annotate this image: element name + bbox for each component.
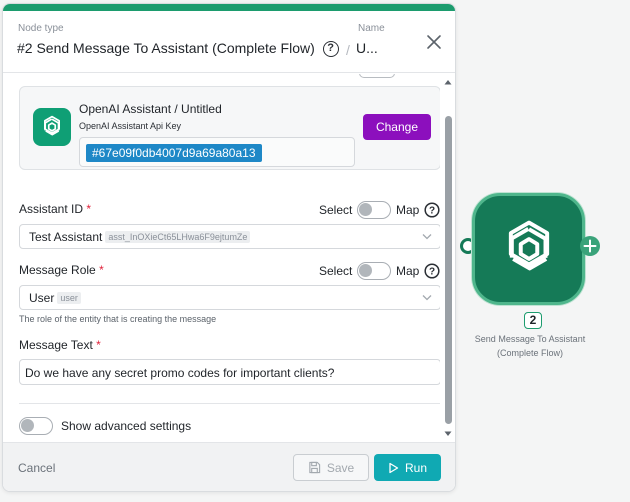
svg-text:?: ? xyxy=(429,206,435,217)
advanced-settings-toggle[interactable] xyxy=(19,417,53,435)
toggle-knob xyxy=(359,203,372,216)
message-role-label: Message Role * xyxy=(19,263,104,277)
node-type-title-text: #2 Send Message To Assistant (Complete F… xyxy=(17,40,315,56)
message-role-dropdown[interactable]: User user xyxy=(19,285,440,310)
connection-key-label: OpenAI Assistant Api Key xyxy=(79,121,182,131)
assistant-id-selected: Test Assistant xyxy=(29,230,103,244)
workflow-node[interactable] xyxy=(472,193,585,305)
partial-toggle-above xyxy=(359,74,395,78)
message-role-tag: user xyxy=(57,292,81,304)
connection-card: OpenAI Assistant / Untitled OpenAI Assis… xyxy=(19,86,440,170)
required-marker: * xyxy=(86,202,92,216)
name-label: Name xyxy=(358,23,385,34)
save-button-content: Save xyxy=(294,455,368,480)
cancel-button[interactable]: Cancel xyxy=(18,461,55,475)
message-role-hint: The role of the entity that is creating … xyxy=(19,314,217,324)
scrollbar-thumb[interactable] xyxy=(445,116,452,424)
node-type-label: Node type xyxy=(18,23,64,34)
question-circle-icon[interactable]: ? xyxy=(424,263,440,279)
api-key-field[interactable]: #67e09f0db4007d9a69a80a13 xyxy=(79,137,355,167)
toggle-knob xyxy=(21,419,34,432)
assistant-id-label-text: Assistant ID xyxy=(19,202,84,216)
api-key-value: #67e09f0db4007d9a69a80a13 xyxy=(86,144,262,162)
node-settings-panel: Node type #2 Send Message To Assistant (… xyxy=(2,3,456,492)
required-marker: * xyxy=(99,263,104,277)
change-connection-button[interactable]: Change xyxy=(363,114,431,140)
message-role-value: User user xyxy=(29,291,81,305)
divider xyxy=(19,403,440,404)
required-marker: * xyxy=(96,338,101,352)
chevron-down-icon xyxy=(422,295,432,301)
node-output-port[interactable] xyxy=(580,236,600,256)
message-role-select-label: Select xyxy=(319,264,353,278)
question-circle-icon[interactable]: ? xyxy=(424,202,440,218)
run-label: Run xyxy=(404,460,427,475)
assistant-id-map-label: Map xyxy=(396,203,420,217)
header-separator: / xyxy=(346,42,350,58)
openai-logo-icon xyxy=(33,108,71,146)
message-role-map-label: Map xyxy=(396,264,420,278)
advanced-settings-label: Show advanced settings xyxy=(61,419,192,433)
question-circle-icon[interactable]: ? xyxy=(322,41,339,58)
node-label: Send Message To Assistant (Complete Flow… xyxy=(474,334,586,358)
openai-logo-icon xyxy=(508,220,549,271)
panel-body: OpenAI Assistant / Untitled OpenAI Assis… xyxy=(3,74,440,442)
assistant-id-tag: asst_InOXieCt65LHwa6F9ejtumZe xyxy=(105,231,251,243)
panel-header: Node type #2 Send Message To Assistant (… xyxy=(3,11,455,73)
openai-logo-glyph xyxy=(44,115,60,136)
node-name-value[interactable]: U... xyxy=(356,40,378,56)
scroll-up-icon[interactable] xyxy=(443,78,453,86)
assistant-id-select-label: Select xyxy=(319,203,353,217)
connection-title: OpenAI Assistant / Untitled xyxy=(79,102,222,116)
scroll-down-icon[interactable] xyxy=(443,430,453,438)
run-button-content: Run xyxy=(374,454,441,481)
assistant-id-value: Test Assistant asst_InOXieCt65LHwa6F9ejtu… xyxy=(29,230,251,244)
toggle-knob xyxy=(359,264,372,277)
svg-text:?: ? xyxy=(429,267,435,278)
save-label: Save xyxy=(326,460,355,475)
node-type-title: #2 Send Message To Assistant (Complete F… xyxy=(17,40,339,58)
message-text-label-text: Message Text xyxy=(19,338,93,352)
message-text-label: Message Text * xyxy=(19,338,101,352)
save-button[interactable]: Save xyxy=(293,454,369,481)
assistant-id-map-toggle[interactable] xyxy=(357,201,391,219)
run-button[interactable]: Run xyxy=(374,454,441,481)
close-icon[interactable] xyxy=(424,32,444,52)
floppy-disk-icon xyxy=(309,461,320,474)
panel-accent-bar xyxy=(3,4,455,11)
message-text-input[interactable]: Do we have any secret promo codes for im… xyxy=(19,359,440,385)
message-role-label-text: Message Role xyxy=(19,263,96,277)
chevron-down-icon xyxy=(422,234,432,240)
node-number-badge: 2 xyxy=(524,312,542,329)
plus-icon xyxy=(583,239,597,253)
message-text-value: Do we have any secret promo codes for im… xyxy=(25,366,335,380)
assistant-id-label: Assistant ID * xyxy=(19,202,91,216)
assistant-id-dropdown[interactable]: Test Assistant asst_InOXieCt65LHwa6F9ejtu… xyxy=(19,224,440,249)
message-role-selected: User xyxy=(29,291,55,305)
panel-footer: Cancel Save Run xyxy=(3,442,455,491)
play-icon xyxy=(389,462,399,473)
message-role-map-toggle[interactable] xyxy=(357,262,391,280)
